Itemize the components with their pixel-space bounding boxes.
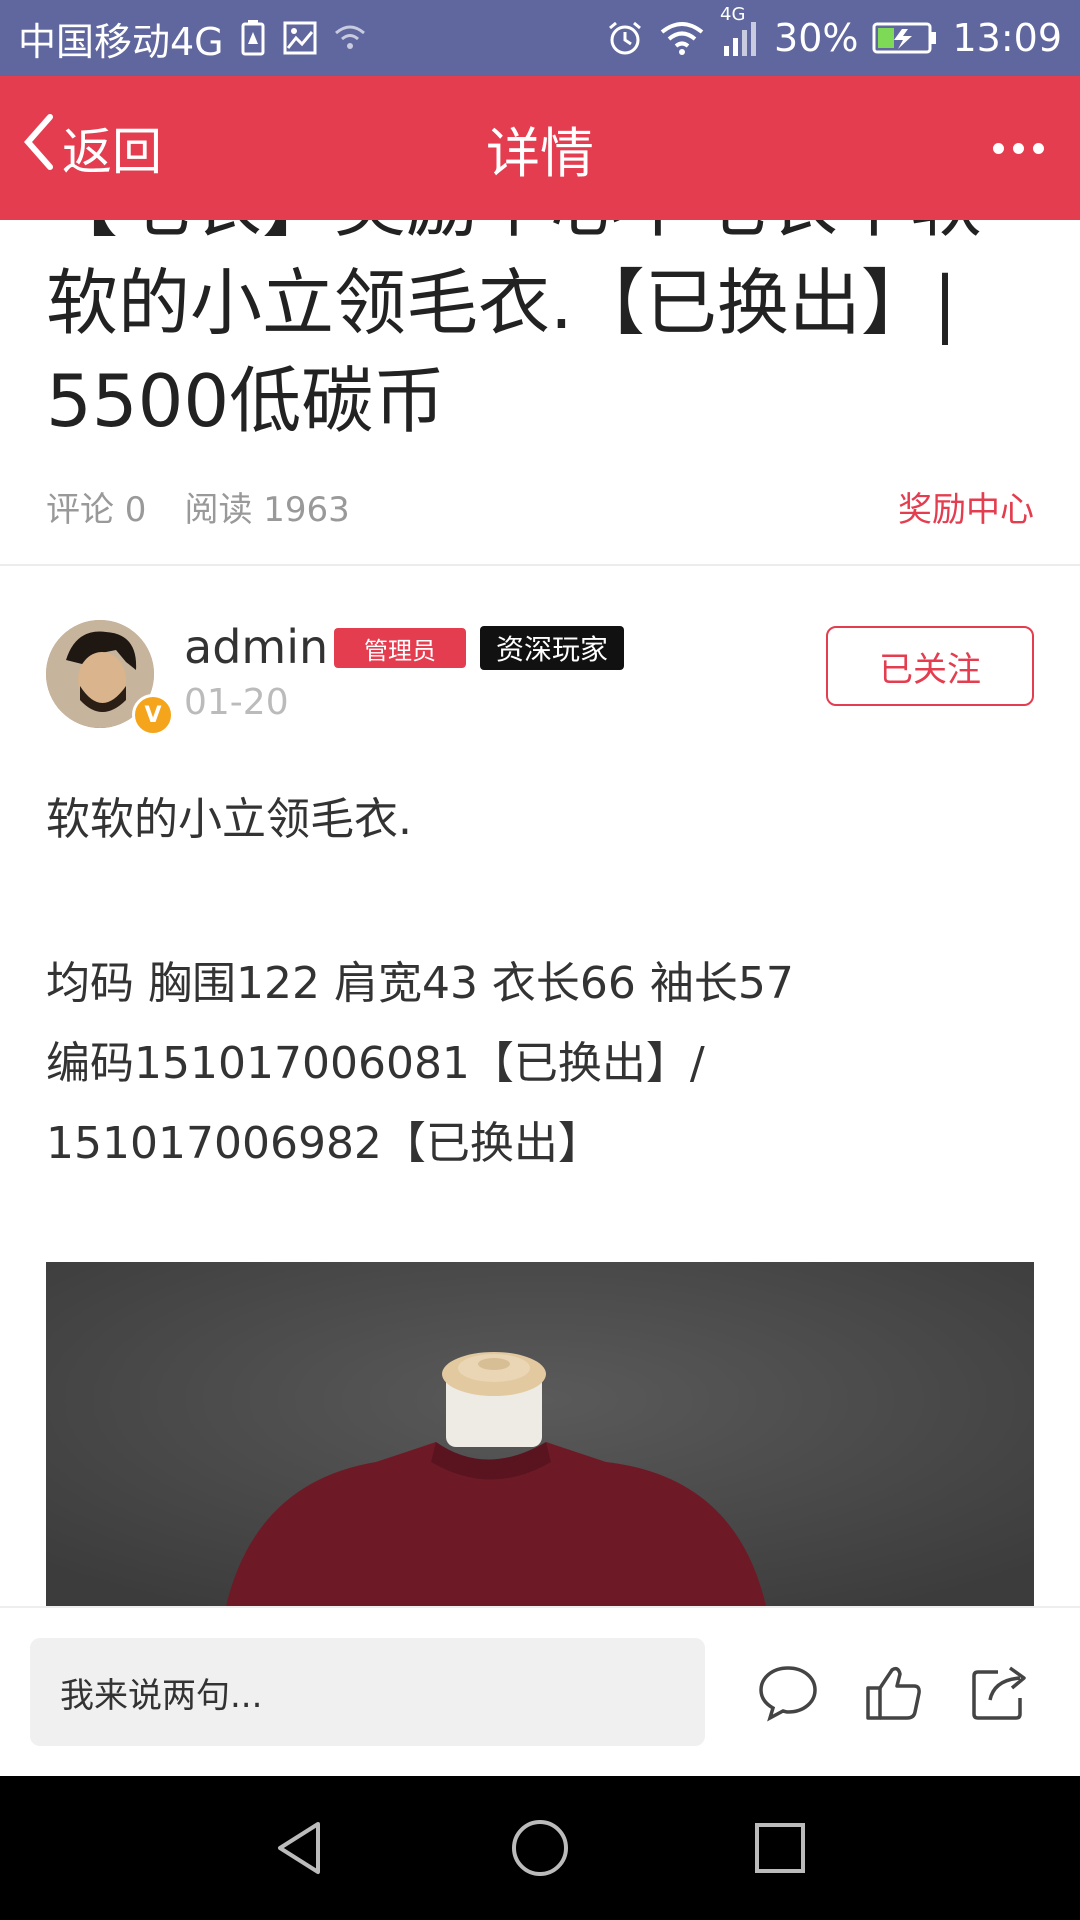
- page-title: 详情: [486, 121, 594, 185]
- comment-count: 评论 0: [46, 489, 147, 530]
- post-codes: 编码151017006081【已换出】/ 151017006982【已换出】: [46, 1038, 705, 1169]
- divider: [0, 564, 1080, 566]
- follow-button[interactable]: 已关注: [826, 626, 1034, 706]
- share-icon[interactable]: [968, 1660, 1032, 1724]
- top-nav-bar: 返回 详情: [0, 76, 1080, 220]
- cellular-signal-icon: 4G: [720, 4, 760, 58]
- article-title: 【毛衣】奖励中心丨毛衣丨软软的小立领毛衣.【已换出】| 5500低碳币: [46, 220, 982, 443]
- category-link[interactable]: 奖励中心: [898, 482, 1034, 531]
- back-button[interactable]: 返回: [22, 76, 162, 220]
- post-date: 01-20: [184, 682, 289, 723]
- system-back-icon[interactable]: [270, 1818, 330, 1878]
- alarm-icon: [606, 19, 644, 57]
- carrier-label: 中国移动4G: [18, 19, 224, 64]
- wifi-icon: [658, 20, 706, 56]
- image-notification-icon: [282, 20, 318, 56]
- system-recents-icon[interactable]: [750, 1818, 810, 1878]
- author-info: V admin 管理员 资深玩家 01-20 已关注: [46, 620, 1034, 736]
- battery-charging-icon: [872, 21, 938, 55]
- network-type-label: 4G: [720, 4, 746, 25]
- back-label: 返回: [62, 123, 162, 181]
- author-name[interactable]: admin: [184, 620, 328, 674]
- product-image[interactable]: [46, 1262, 1034, 1606]
- more-options-button[interactable]: [993, 76, 1044, 220]
- comment-icon[interactable]: [756, 1660, 820, 1724]
- like-icon[interactable]: [862, 1660, 926, 1724]
- battery-saver-icon: [238, 18, 268, 58]
- article-content[interactable]: 【毛衣】奖励中心丨毛衣丨软软的小立领毛衣.【已换出】| 5500低碳币 评论 0…: [0, 220, 1080, 1606]
- verified-icon: V: [132, 694, 174, 736]
- status-bar: 中国移动4G 4G 30% 13:09: [0, 0, 1080, 76]
- system-home-icon[interactable]: [510, 1818, 570, 1878]
- avatar[interactable]: V: [46, 620, 174, 736]
- system-nav-bar: [0, 1776, 1080, 1920]
- read-count: 阅读 1963: [184, 489, 350, 530]
- article-meta: 评论 0 阅读 1963 奖励中心: [46, 482, 1034, 531]
- comment-input[interactable]: 我来说两句...: [30, 1638, 705, 1746]
- chevron-left-icon: [22, 113, 56, 183]
- role-badge: 管理员: [334, 628, 466, 668]
- post-body: 软软的小立领毛衣. 均码 胸围122 肩宽43 衣长66 袖长57 编码1510…: [46, 780, 1036, 1184]
- clock: 13:09: [952, 16, 1062, 60]
- comment-bar: 我来说两句...: [0, 1606, 1080, 1776]
- wifi-question-icon: [332, 23, 368, 53]
- battery-percent: 30%: [774, 16, 859, 60]
- level-badge: 资深玩家: [480, 626, 625, 670]
- post-specs: 均码 胸围122 肩宽43 衣长66 袖长57: [46, 958, 794, 1009]
- post-intro: 软软的小立领毛衣.: [46, 794, 412, 845]
- more-dots-icon: [993, 142, 1004, 154]
